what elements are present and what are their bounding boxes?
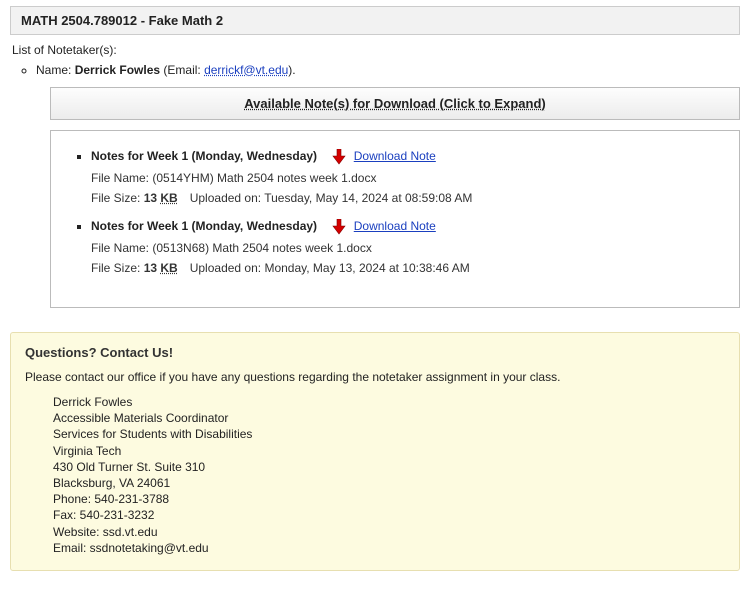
expand-notes-label: Available Note(s) for Download (Click to… [244, 96, 545, 111]
uploaded-value: Monday, May 13, 2024 at 10:38:46 AM [264, 261, 469, 275]
contact-street: 430 Old Turner St. Suite 310 [53, 459, 725, 475]
contact-name: Derrick Fowles [53, 394, 725, 410]
name-prefix-label: Name: [36, 63, 75, 77]
contact-phone: Phone: 540-231-3788 [53, 491, 725, 507]
download-note-link[interactable]: Download Note [354, 219, 436, 233]
contact-website: Website: ssd.vt.edu [53, 524, 725, 540]
uploaded-label: Uploaded on: [190, 191, 265, 205]
download-note-link[interactable]: Download Note [354, 149, 436, 163]
contact-dept: Services for Students with Disabilities [53, 426, 725, 442]
email-suffix-label: ). [288, 63, 295, 77]
file-size-value: 13 [144, 261, 161, 275]
file-size-unit: KB [160, 191, 177, 205]
note-item: Notes for Week 1 (Monday, Wednesday) Dow… [91, 219, 719, 275]
download-arrow-icon [332, 219, 346, 235]
file-size-unit: KB [160, 261, 177, 275]
file-name-label: File Name: [91, 171, 152, 185]
contact-university: Virginia Tech [53, 443, 725, 459]
notetaker-item: Name: Derrick Fowles (Email: derrickf@vt… [36, 63, 740, 77]
uploaded-value: Tuesday, May 14, 2024 at 08:59:08 AM [264, 191, 472, 205]
email-prefix-label: (Email: [160, 63, 204, 77]
note-title: Notes for Week 1 (Monday, Wednesday) [91, 149, 317, 163]
contact-info-block: Derrick Fowles Accessible Materials Coor… [53, 394, 725, 556]
download-arrow-icon [332, 149, 346, 165]
note-item: Notes for Week 1 (Monday, Wednesday) Dow… [91, 149, 719, 205]
notetaker-list-label: List of Notetaker(s): [12, 43, 740, 57]
notetaker-name: Derrick Fowles [75, 63, 160, 77]
file-size-label: File Size: [91, 191, 144, 205]
contact-intro: Please contact our office if you have an… [25, 370, 725, 384]
contact-box: Questions? Contact Us! Please contact ou… [10, 332, 740, 571]
file-name-value: (0514YHM) Math 2504 notes week 1.docx [152, 171, 376, 185]
uploaded-label: Uploaded on: [190, 261, 265, 275]
file-name-label: File Name: [91, 241, 152, 255]
notetaker-section: List of Notetaker(s): Name: Derrick Fowl… [10, 43, 740, 308]
file-size-value: 13 [144, 191, 161, 205]
contact-citystate: Blacksburg, VA 24061 [53, 475, 725, 491]
notes-container: Notes for Week 1 (Monday, Wednesday) Dow… [50, 130, 740, 308]
expand-notes-bar[interactable]: Available Note(s) for Download (Click to… [50, 87, 740, 120]
file-size-label: File Size: [91, 261, 144, 275]
contact-fax: Fax: 540-231-3232 [53, 507, 725, 523]
notetaker-email-link[interactable]: derrickf@vt.edu [204, 63, 288, 77]
note-title: Notes for Week 1 (Monday, Wednesday) [91, 219, 317, 233]
file-name-value: (0513N68) Math 2504 notes week 1.docx [152, 241, 371, 255]
contact-email: Email: ssdnotetaking@vt.edu [53, 540, 725, 556]
contact-heading: Questions? Contact Us! [25, 345, 725, 360]
course-header: MATH 2504.789012 - Fake Math 2 [10, 6, 740, 35]
contact-title: Accessible Materials Coordinator [53, 410, 725, 426]
